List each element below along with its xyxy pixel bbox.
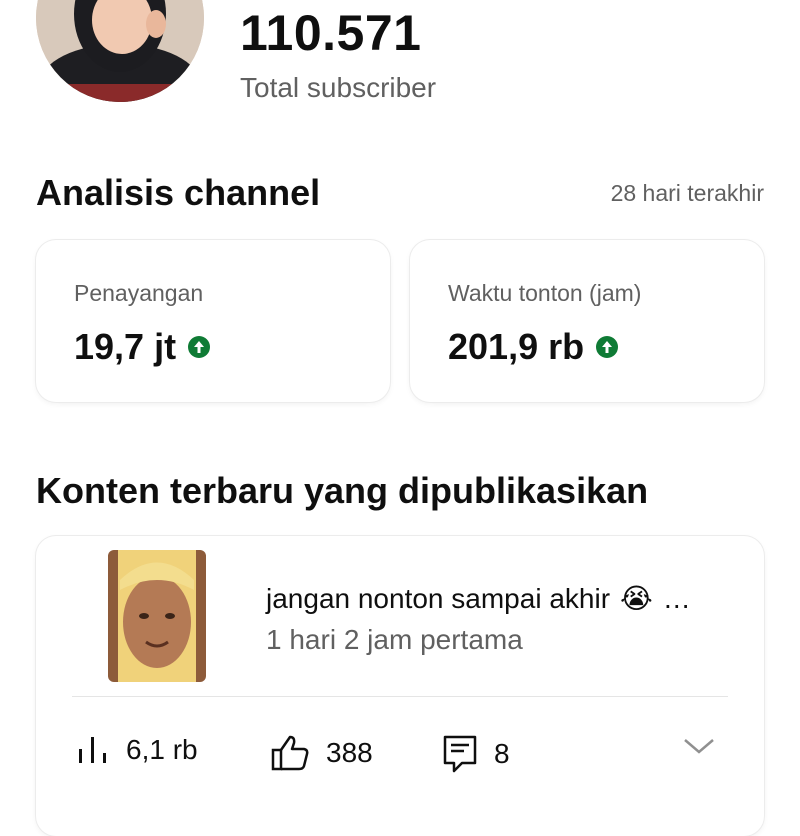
likes-stat[interactable]: 388: [270, 734, 373, 772]
watch-time-card[interactable]: Waktu tonton (jam) 201,9 rb: [410, 240, 764, 402]
watch-time-value-row: 201,9 rb: [448, 326, 619, 368]
bar-chart-icon: [79, 737, 106, 763]
views-label: Penayangan: [74, 280, 204, 306]
subscriber-label: Total subscriber: [240, 72, 437, 103]
title-ellipsis: …: [662, 582, 691, 614]
date-range: 28 hari terakhir: [610, 180, 764, 206]
video-title-row[interactable]: jangan nonton sampai akhir 😭 …: [266, 582, 691, 615]
views-card[interactable]: Penayangan 19,7 jt: [36, 240, 390, 402]
views-value: 19,7 jt: [74, 326, 177, 367]
watch-time-label: Waktu tonton (jam): [448, 280, 642, 306]
likes-count: 388: [326, 737, 373, 768]
latest-video-card[interactable]: jangan nonton sampai akhir 😭 … 1 hari 2 …: [36, 536, 764, 836]
video-thumbnail[interactable]: [108, 550, 206, 682]
trend-up-icon: [188, 336, 211, 358]
chevron-down-icon[interactable]: [682, 736, 716, 756]
views-value-row: 19,7 jt: [74, 326, 211, 368]
comments-stat[interactable]: 8: [442, 734, 510, 774]
analytics-title: Analisis channel: [36, 172, 321, 213]
thumbs-up-icon[interactable]: [270, 734, 310, 772]
watch-time-value: 201,9 rb: [448, 326, 585, 367]
video-time: 1 hari 2 jam pertama: [266, 624, 523, 655]
views-stat: 6,1 rb: [76, 734, 198, 766]
divider: [72, 696, 728, 697]
views-count: 6,1 rb: [126, 734, 198, 765]
latest-content-title: Konten terbaru yang dipublikasikan: [36, 470, 649, 511]
channel-avatar[interactable]: [36, 0, 204, 102]
comments-count: 8: [494, 738, 510, 769]
comment-icon[interactable]: [442, 734, 478, 774]
crying-emoji-icon: 😭: [620, 583, 653, 614]
trend-up-icon: [596, 336, 619, 358]
video-title: jangan nonton sampai akhir: [266, 582, 611, 614]
subscriber-count: 110.571: [240, 5, 422, 61]
